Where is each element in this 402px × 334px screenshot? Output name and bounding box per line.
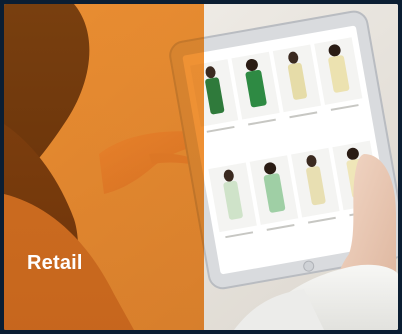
card-label: Retail	[27, 252, 83, 274]
orange-overlay-tint	[4, 4, 204, 330]
retail-card[interactable]: Retail	[4, 4, 398, 330]
